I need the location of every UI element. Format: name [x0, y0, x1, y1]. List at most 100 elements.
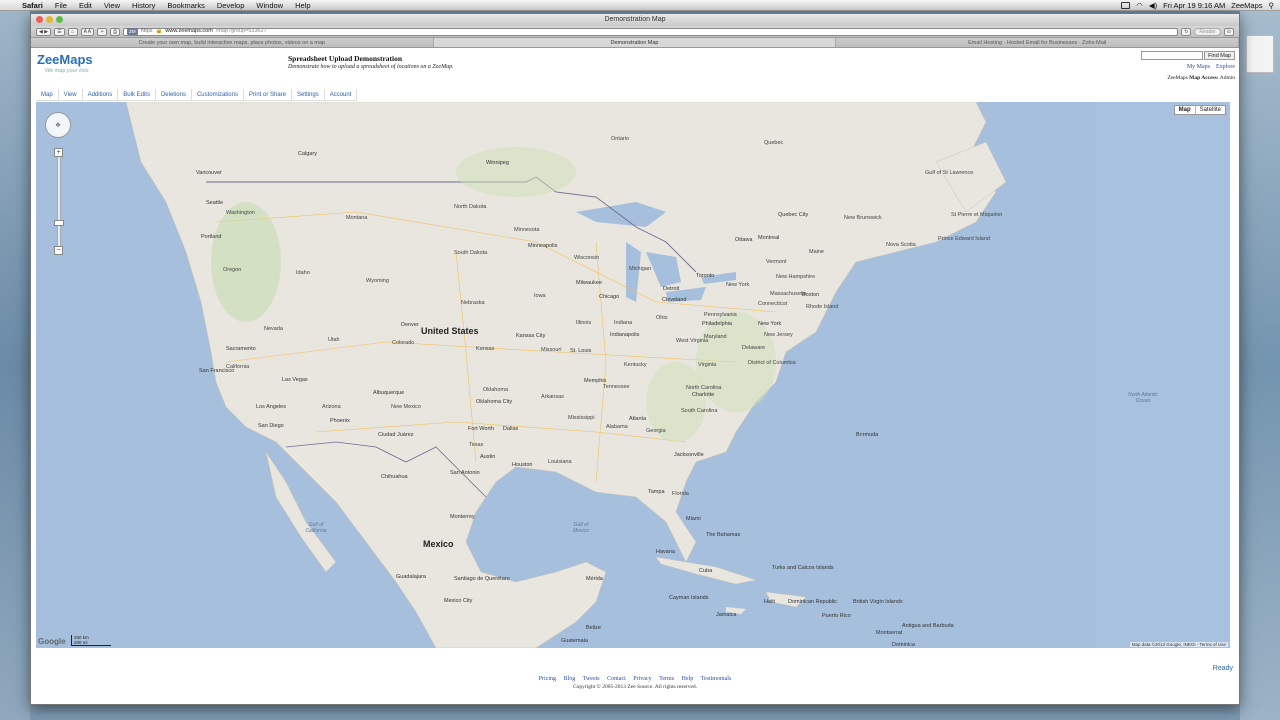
map-type-satellite-button[interactable]: Satellite	[1196, 106, 1225, 114]
label-state: New Hampshire	[776, 274, 816, 280]
tab-demonstration-map[interactable]: Demonstration Map	[433, 38, 837, 47]
reader-button[interactable]: Reader	[1194, 27, 1221, 36]
footer-link-tweets[interactable]: Tweets	[583, 676, 600, 682]
nav-additions[interactable]: Additions	[83, 89, 119, 100]
google-logo[interactable]: Google	[38, 637, 66, 646]
footer-link-pricing[interactable]: Pricing	[539, 676, 556, 682]
home-icon[interactable]: ⌂	[67, 27, 78, 36]
zoom-out-icon[interactable]: −	[54, 246, 63, 255]
address-bar[interactable]: ZM https 🔒 www.zeemaps.com/map?group=533…	[123, 27, 1179, 36]
back-forward-icon[interactable]: ◀ ▶	[36, 27, 52, 36]
close-window-icon[interactable]	[36, 16, 43, 23]
find-map-input[interactable]	[1141, 51, 1203, 60]
footer-link-blog[interactable]: Blog	[564, 676, 576, 682]
nav-view[interactable]: View	[59, 89, 83, 100]
zeemaps-logo[interactable]: ZeeMaps	[37, 52, 93, 67]
wifi-icon[interactable]: ◠	[1136, 1, 1143, 10]
menu-help[interactable]: Help	[289, 1, 316, 10]
user-name[interactable]: ZeeMaps	[1231, 1, 1262, 10]
menu-window[interactable]: Window	[250, 1, 289, 10]
url-scheme: https	[140, 28, 153, 34]
nav-settings[interactable]: Settings	[292, 89, 325, 100]
label-state: South Dakota	[454, 250, 488, 256]
label-city: Montserrat	[876, 630, 903, 636]
nav-bulk-edits[interactable]: Bulk Edits	[118, 89, 156, 100]
label-state: Mississippi	[568, 415, 595, 421]
zoom-window-icon[interactable]	[56, 16, 63, 23]
scale-mi: 200 mi	[74, 640, 88, 645]
sidebar-icon[interactable]: ☰	[54, 27, 65, 36]
spotlight-icon[interactable]: ⚲	[1269, 1, 1275, 10]
zoom-slider-handle[interactable]	[54, 220, 64, 226]
label-city: Charlotte	[692, 392, 715, 398]
tab-zoho-mail[interactable]: Email Hosting · Hosted Email for Busines…	[836, 38, 1240, 47]
explore-link[interactable]: Explore	[1216, 64, 1235, 70]
label-city: Calgary	[298, 151, 317, 157]
label-state: Nova Scotia	[886, 242, 916, 248]
print-icon[interactable]: ⎙	[110, 27, 121, 36]
menu-history[interactable]: History	[126, 1, 161, 10]
tab-zeemaps-home[interactable]: Create your own map, build interactive m…	[31, 38, 434, 47]
label-city: Tampa	[648, 489, 665, 495]
label-city: Chicago	[599, 294, 620, 300]
clock[interactable]: Fri Apr 19 9:16 AM	[1163, 1, 1225, 10]
window-title: Demonstration Map	[604, 16, 666, 23]
menu-file[interactable]: File	[49, 1, 73, 10]
footer-link-privacy[interactable]: Privacy	[633, 676, 651, 682]
label-city: Fort Worth	[468, 426, 494, 432]
tagline: We map your lists	[45, 68, 89, 74]
map-attribution[interactable]: Map data ©2013 Google, INEGI - Terms of …	[1129, 642, 1228, 647]
map-scale: 200 km 200 mi	[71, 635, 111, 646]
footer-link-contact[interactable]: Contact	[607, 676, 626, 682]
label-state: Louisiana	[548, 459, 572, 465]
text-size-icon[interactable]: A A	[80, 27, 95, 36]
nav-print-or-share[interactable]: Print or Share	[244, 89, 293, 100]
desktop-file-icon[interactable]	[1246, 35, 1274, 73]
label-state: South Carolina	[681, 408, 718, 414]
label-city: Boston	[802, 292, 820, 298]
footer-link-terms[interactable]: Terms	[659, 676, 674, 682]
tab-bar: Create your own map, build interactive m…	[31, 38, 1240, 48]
volume-icon[interactable]: ◀)	[1149, 1, 1157, 10]
menu-app-safari[interactable]: Safari	[16, 1, 49, 10]
menu-edit[interactable]: Edit	[73, 1, 98, 10]
map-canvas[interactable]: United States Mexico North Atlantic Ocea…	[36, 102, 1230, 648]
downloads-icon[interactable]: ⊙	[1223, 27, 1234, 36]
find-map-button[interactable]: Find Map	[1204, 51, 1235, 60]
nav-map[interactable]: Map	[36, 89, 59, 100]
add-bookmark-icon[interactable]: +	[97, 27, 108, 36]
menu-bookmarks[interactable]: Bookmarks	[161, 1, 211, 10]
footer-link-testimonials[interactable]: Testimonials	[701, 676, 732, 682]
footer-link-help[interactable]: Help	[682, 676, 694, 682]
label-city: Kansas City	[516, 333, 546, 339]
menu-develop[interactable]: Develop	[211, 1, 251, 10]
battery-icon[interactable]	[1121, 1, 1131, 9]
label-state: Alabama	[606, 424, 628, 430]
map-type-map-button[interactable]: Map	[1174, 106, 1196, 114]
nav-deletions[interactable]: Deletions	[156, 89, 192, 100]
label-state: District of Columbia	[748, 360, 796, 366]
label-city: Portland	[201, 234, 222, 240]
label-state: Illinois	[576, 320, 592, 326]
nav-customizations[interactable]: Customizations	[192, 89, 244, 100]
reload-icon[interactable]: ↻	[1181, 27, 1192, 36]
nav-account[interactable]: Account	[325, 89, 358, 100]
label-city: Dallas	[503, 426, 519, 432]
minimize-window-icon[interactable]	[46, 16, 53, 23]
footer-links: Pricing Blog Tweets Contact Privacy Term…	[31, 676, 1239, 682]
menu-view[interactable]: View	[98, 1, 126, 10]
label-city: Albuquerque	[373, 390, 405, 396]
label-state: North Dakota	[454, 204, 487, 210]
label-state: North Carolina	[686, 385, 722, 391]
url-host: www.zeemaps.com	[165, 28, 213, 34]
zoom-in-icon[interactable]: +	[54, 148, 63, 157]
pan-control-icon[interactable]: ✥	[45, 112, 71, 138]
label-city: Monterrey	[450, 514, 475, 520]
my-maps-link[interactable]: My Maps	[1187, 64, 1210, 70]
label-city: Miami	[686, 516, 701, 522]
label-city: Seattle	[206, 200, 224, 206]
label-city: Phoenix	[330, 418, 350, 424]
map-type-control: Map Satellite	[1173, 105, 1226, 115]
zoom-slider-track[interactable]	[57, 152, 61, 250]
label-city: Santiago de Querétaro	[454, 576, 510, 582]
